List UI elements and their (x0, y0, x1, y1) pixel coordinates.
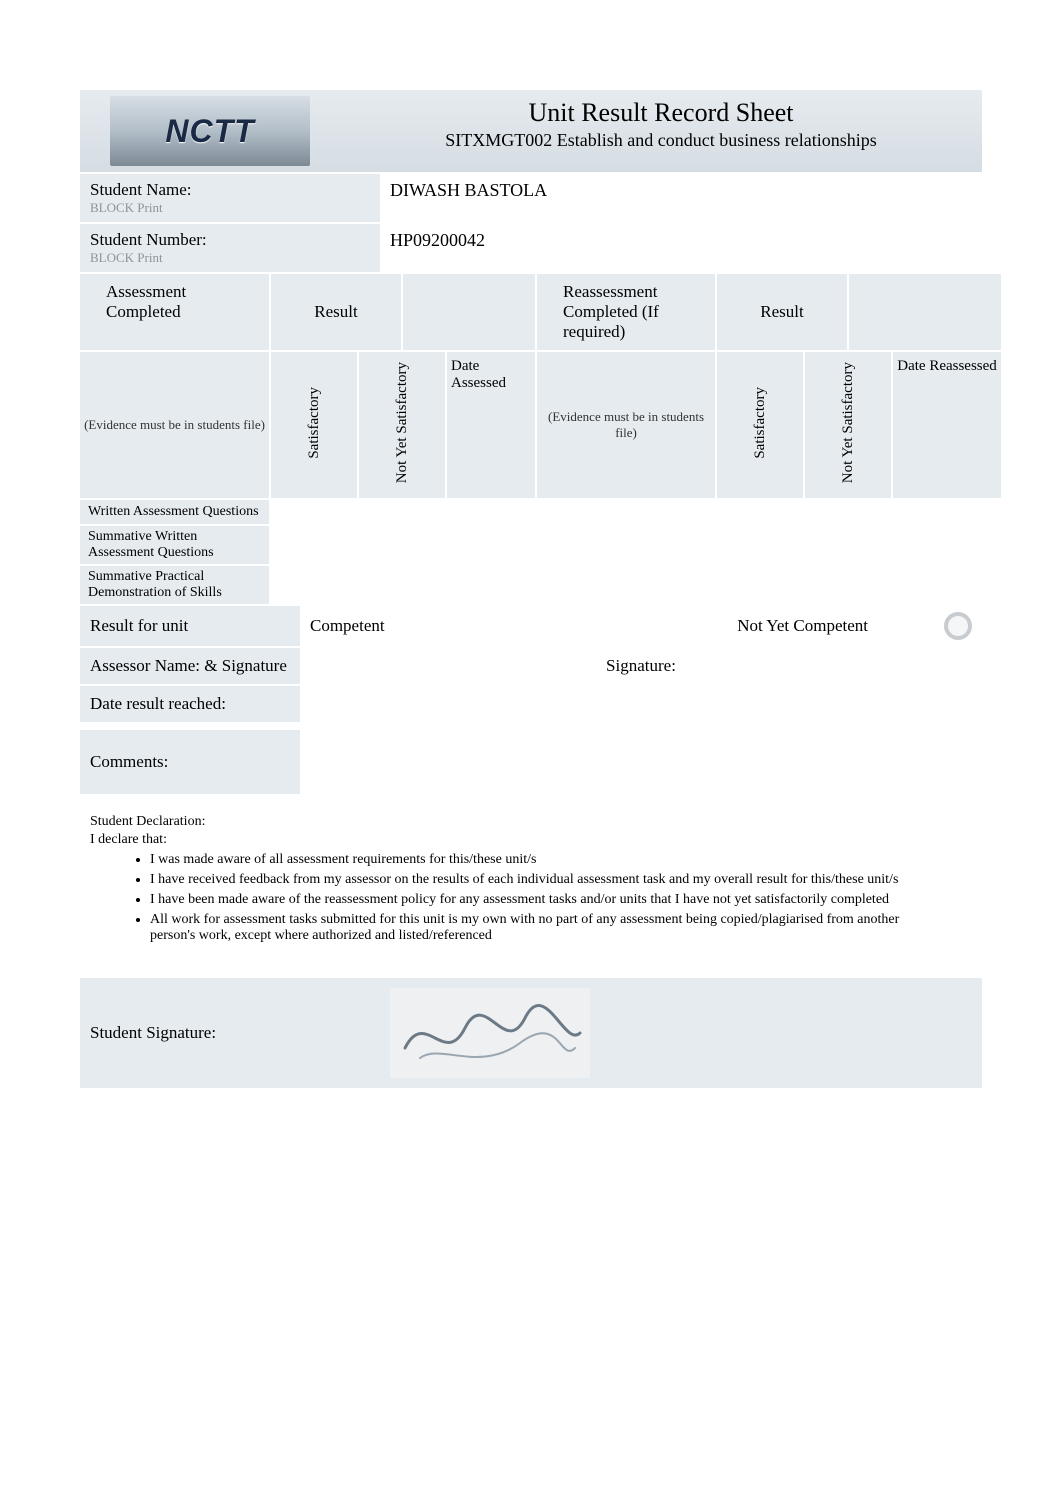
date-result-label: Date result reached: (80, 686, 300, 722)
block-print-hint-2: BLOCK Print (90, 250, 370, 266)
org-logo: NCTT (110, 96, 310, 166)
cell-nys-2[interactable] (358, 525, 446, 565)
col-result-1: Result (270, 274, 402, 351)
not-yet-competent-label: Not Yet Competent (737, 616, 868, 636)
block-print-hint: BLOCK Print (90, 200, 370, 216)
col-not-yet-satisfactory-2: Not Yet Satisfactory (804, 351, 892, 499)
declaration-title: Student Declaration: (90, 814, 972, 830)
competency-radio-icon[interactable] (944, 612, 972, 640)
col-date-reassessed: Date Reassessed (892, 351, 1002, 499)
result-for-unit-label: Result for unit (80, 606, 300, 646)
list-item: I was made aware of all assessment requi… (150, 852, 972, 868)
cell-date-reassessed-3[interactable] (892, 565, 1002, 605)
student-number-value[interactable]: HP09200042 (380, 224, 982, 272)
cell-nys2-1[interactable] (804, 499, 892, 525)
cell-nys-3[interactable] (358, 565, 446, 605)
cell-date-reassessed-1[interactable] (892, 499, 1002, 525)
evidence-note-1: (Evidence must be in students file) (80, 351, 270, 499)
cell-sat-2[interactable] (270, 525, 358, 565)
col-assessment-completed: Assessment Completed (80, 274, 270, 351)
list-item: I have received feedback from my assesso… (150, 872, 972, 888)
assessor-signature-label: Signature: (606, 656, 676, 675)
list-item: All work for assessment tasks submitted … (150, 912, 972, 944)
cell-reassess-evidence-1[interactable] (536, 499, 716, 525)
assessor-signature-cell[interactable]: Signature: (300, 648, 982, 684)
header-row: NCTT Unit Result Record Sheet SITXMGT002… (80, 90, 982, 174)
col-reassessment-completed: Reassessment Completed (If required) (536, 274, 716, 351)
signature-icon (390, 988, 590, 1078)
cell-reassess-evidence-3[interactable] (536, 565, 716, 605)
cell-sat2-1[interactable] (716, 499, 804, 525)
date-result-value[interactable] (300, 686, 982, 722)
student-signature-label: Student Signature: (80, 1013, 380, 1053)
comments-row: Comments: (80, 730, 982, 796)
unit-title: SITXMGT002 Establish and conduct busines… (350, 130, 972, 151)
cell-date-reassessed-2[interactable] (892, 525, 1002, 565)
student-name-label-cell: Student Name: BLOCK Print (80, 174, 380, 222)
page-title: Unit Result Record Sheet (350, 98, 972, 128)
col-not-yet-satisfactory-1: Not Yet Satisfactory (358, 351, 446, 499)
student-number-label: Student Number: (90, 230, 370, 250)
student-declaration: Student Declaration: I declare that: I w… (80, 796, 982, 956)
cell-nys2-2[interactable] (804, 525, 892, 565)
assess-row-label: Summative Practical Demonstration of Ski… (80, 565, 270, 605)
record-sheet: NCTT Unit Result Record Sheet SITXMGT002… (80, 90, 982, 1088)
student-number-row: Student Number: BLOCK Print HP09200042 (80, 224, 982, 274)
comments-label: Comments: (80, 730, 300, 794)
result-options: Competent Not Yet Competent (300, 606, 982, 646)
table-row: Summative Practical Demonstration of Ski… (80, 565, 1002, 605)
logo-cell: NCTT (80, 90, 340, 172)
col-satisfactory-1: Satisfactory (270, 351, 358, 499)
table-row: Written Assessment Questions (80, 499, 1002, 525)
title-cell: Unit Result Record Sheet SITXMGT002 Esta… (340, 90, 982, 172)
assess-row-label: Written Assessment Questions (80, 499, 270, 525)
competent-label: Competent (310, 616, 385, 636)
student-signature-image[interactable] (380, 983, 600, 1083)
col-blank-2 (848, 274, 1002, 351)
cell-sat-1[interactable] (270, 499, 358, 525)
assessment-table: Assessment Completed Result Reassessment… (80, 274, 1003, 606)
student-name-row: Student Name: BLOCK Print DIWASH BASTOLA (80, 174, 982, 224)
assessor-label: Assessor Name: & Signature (80, 648, 300, 684)
cell-reassess-evidence-2[interactable] (536, 525, 716, 565)
cell-sat2-2[interactable] (716, 525, 804, 565)
comments-value[interactable] (300, 730, 982, 794)
student-number-label-cell: Student Number: BLOCK Print (80, 224, 380, 272)
cell-sat2-3[interactable] (716, 565, 804, 605)
assess-row-label: Summative Written Assessment Questions (80, 525, 270, 565)
student-signature-row: Student Signature: (80, 978, 982, 1088)
declaration-intro: I declare that: (90, 832, 972, 848)
cell-date-assessed-3[interactable] (446, 565, 536, 605)
col-blank-1 (402, 274, 536, 351)
student-name-label: Student Name: (90, 180, 370, 200)
evidence-note-2: (Evidence must be in students file) (536, 351, 716, 499)
date-result-row: Date result reached: (80, 686, 982, 724)
student-name-value[interactable]: DIWASH BASTOLA (380, 174, 982, 222)
col-satisfactory-2: Satisfactory (716, 351, 804, 499)
logo-text: NCTT (165, 113, 254, 150)
cell-date-assessed-2[interactable] (446, 525, 536, 565)
declaration-list: I was made aware of all assessment requi… (90, 852, 972, 944)
cell-nys-1[interactable] (358, 499, 446, 525)
cell-sat-3[interactable] (270, 565, 358, 605)
cell-nys2-3[interactable] (804, 565, 892, 605)
table-row: Summative Written Assessment Questions (80, 525, 1002, 565)
col-date-assessed: Date Assessed (446, 351, 536, 499)
list-item: I have been made aware of the reassessme… (150, 892, 972, 908)
assessor-row: Assessor Name: & Signature Signature: (80, 648, 982, 686)
col-result-2: Result (716, 274, 848, 351)
cell-date-assessed-1[interactable] (446, 499, 536, 525)
result-for-unit-row: Result for unit Competent Not Yet Compet… (80, 606, 982, 648)
